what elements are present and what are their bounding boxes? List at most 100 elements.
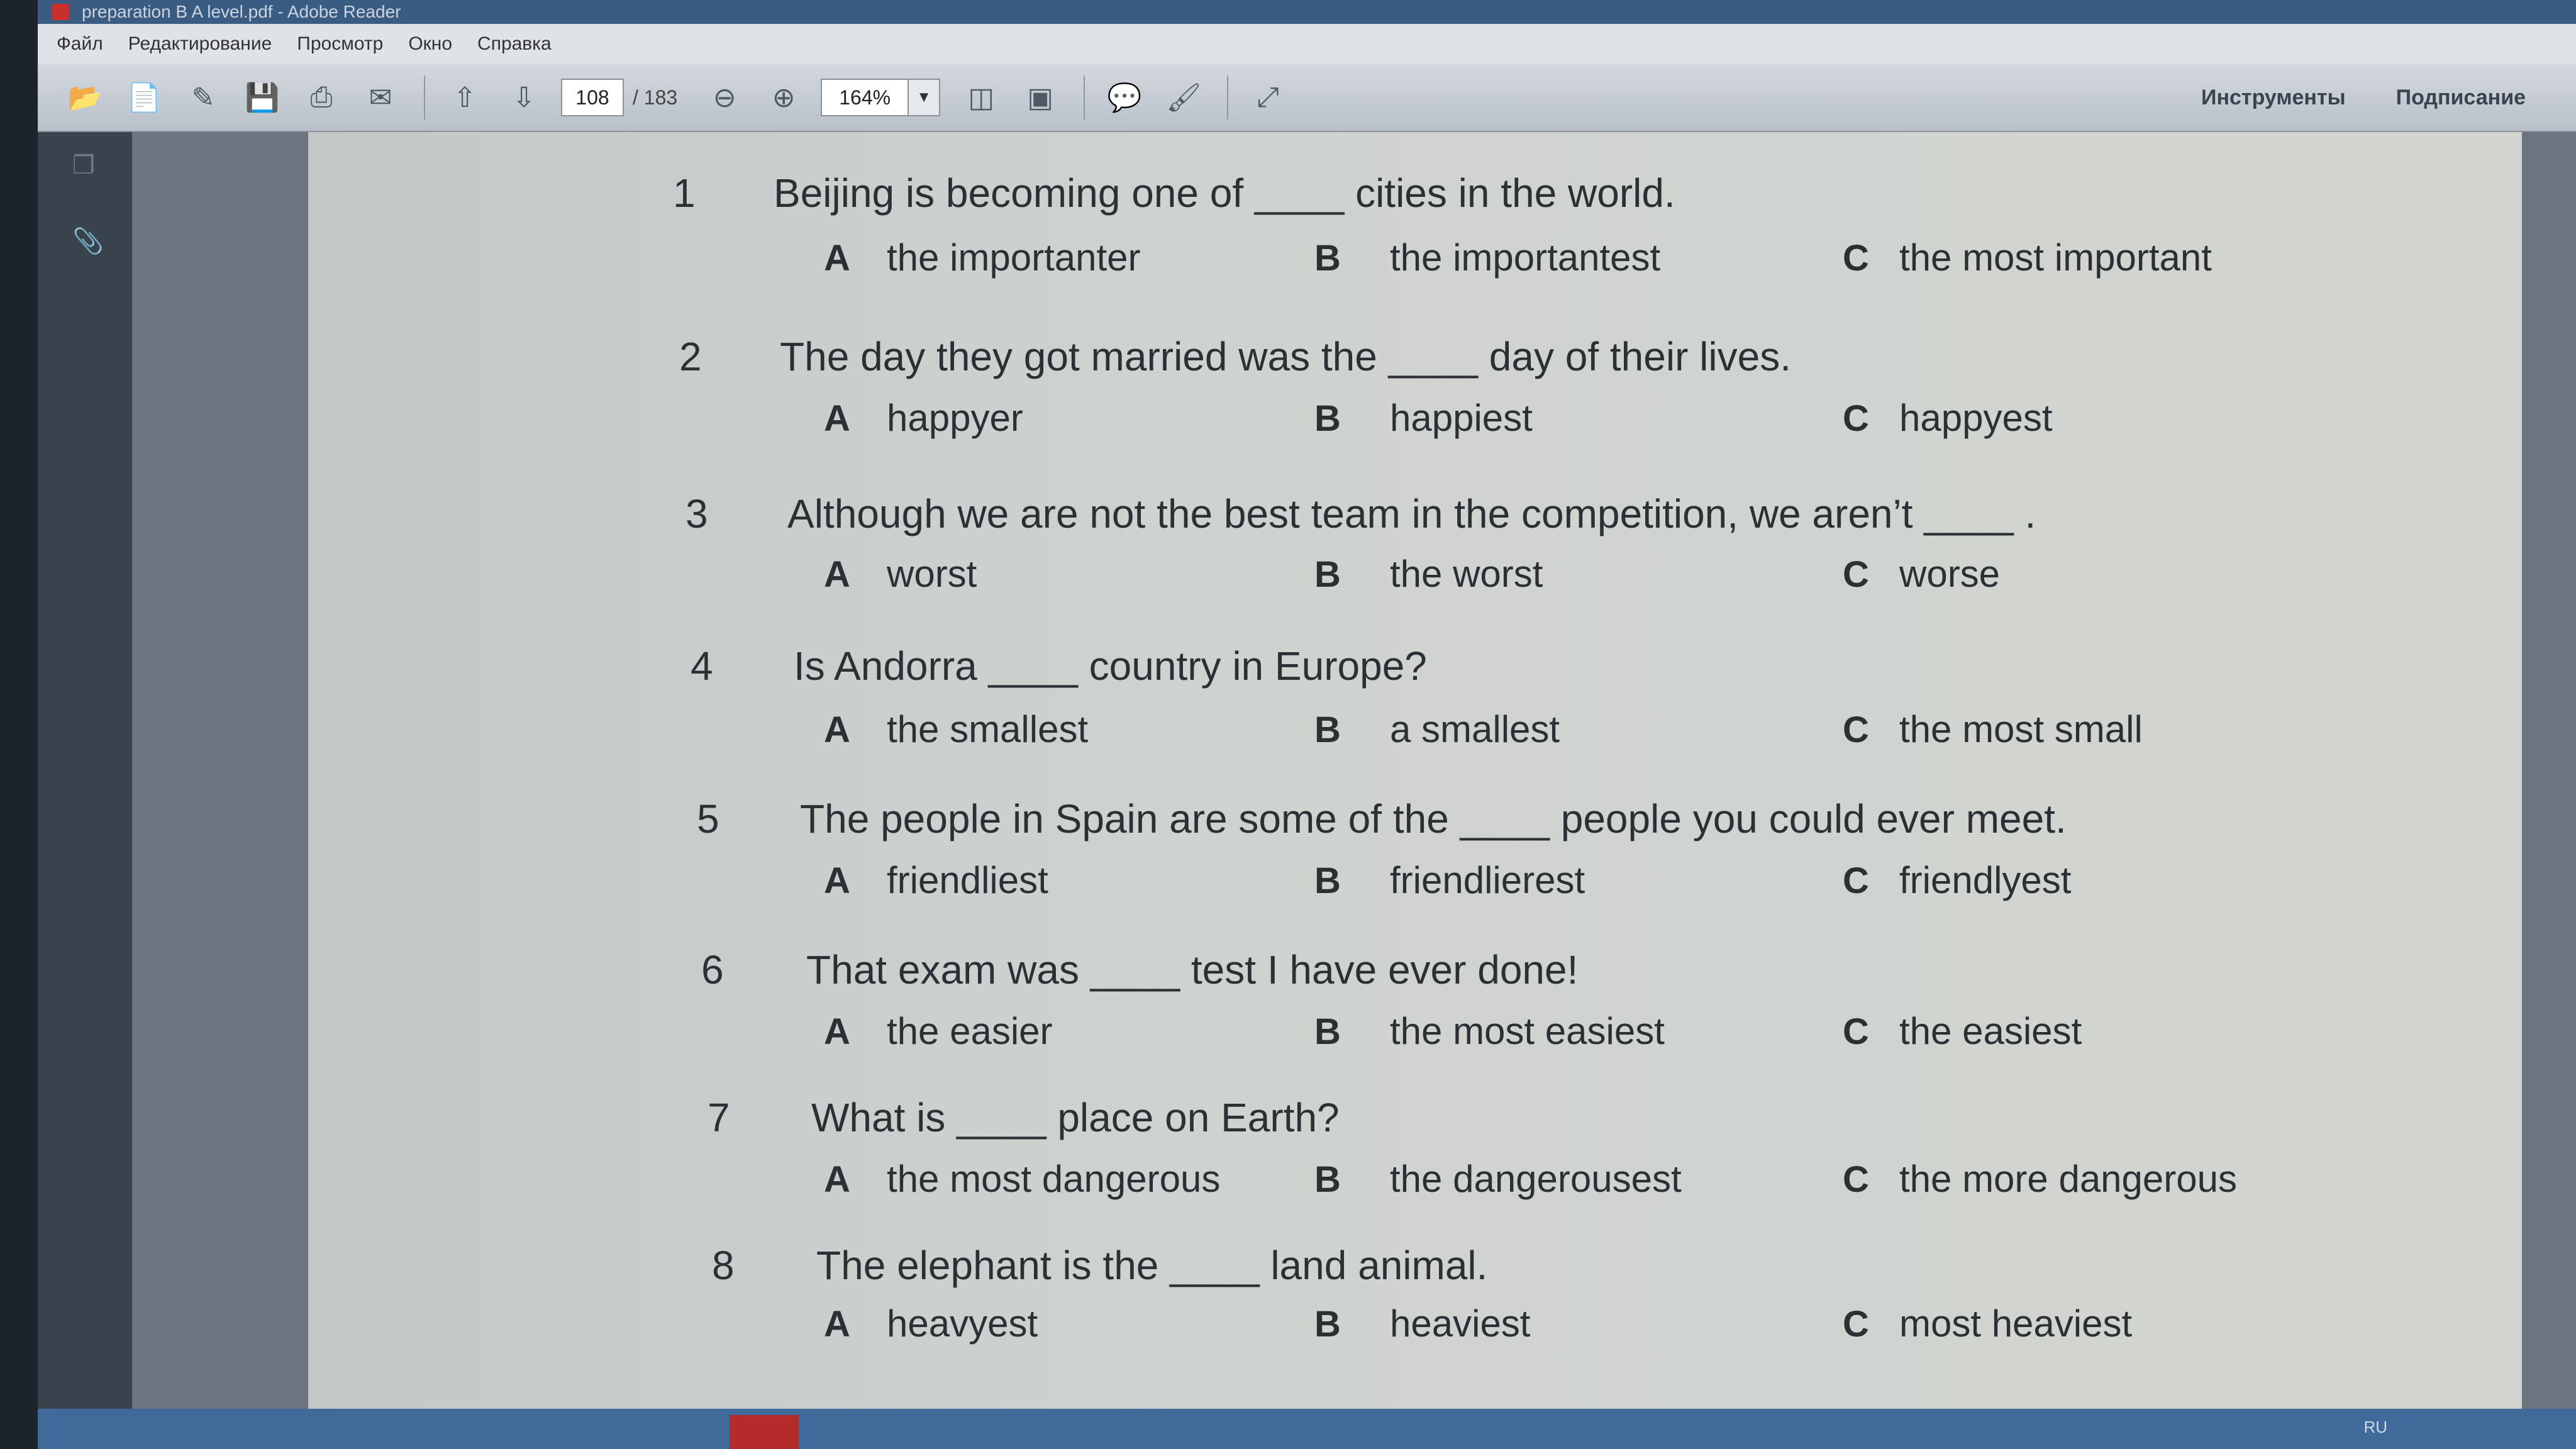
option-text: worse xyxy=(1899,553,2001,595)
option-text: the smallest xyxy=(887,708,1089,750)
sign-button[interactable]: Подписание xyxy=(2396,86,2526,110)
pdf-page: 1 Beijing is becoming one of ____ cities … xyxy=(308,132,2522,1409)
option-letter: A xyxy=(824,1304,850,1345)
zoom-out-icon[interactable]: ⊖ xyxy=(702,75,747,119)
option-letter: C xyxy=(1843,860,1869,901)
option-letter: B xyxy=(1314,398,1341,439)
option-text: most heaviest xyxy=(1899,1302,2133,1345)
option-text: the worst xyxy=(1390,553,1543,595)
question-text: Is Andorra ____ country in Europe? xyxy=(794,643,1427,689)
option-text: the most dangerous xyxy=(887,1158,1221,1200)
question-number: 1 xyxy=(673,170,696,216)
menu-bar: Файл Редактирование Просмотр Окно Справк… xyxy=(38,24,2576,64)
option-text: the more dangerous xyxy=(1899,1158,2238,1200)
option-text: heavyest xyxy=(887,1302,1038,1345)
navigation-pane: ❐ 📎 xyxy=(38,132,132,1449)
tools-button[interactable]: Инструменты xyxy=(2201,86,2346,110)
title-bar: preparation B A level.pdf - Adobe Reader xyxy=(38,0,2576,24)
question-number: 4 xyxy=(691,643,713,689)
menu-edit[interactable]: Редактирование xyxy=(128,33,272,55)
option-letter: C xyxy=(1843,398,1869,439)
option-text: the most easiest xyxy=(1390,1010,1665,1052)
language-indicator[interactable]: RU xyxy=(2363,1418,2387,1437)
option-letter: B xyxy=(1314,1011,1341,1052)
question-text: What is ____ place on Earth? xyxy=(811,1095,1340,1140)
toolbar-divider xyxy=(424,75,425,119)
option-text: the dangerousest xyxy=(1390,1158,1682,1200)
option-text: the easier xyxy=(887,1010,1053,1052)
highlight-icon[interactable]: 🖌 xyxy=(1162,75,1206,119)
option-letter: B xyxy=(1314,554,1341,595)
option-letter: A xyxy=(824,238,850,279)
option-letter: C xyxy=(1843,1159,1869,1200)
question-number: 2 xyxy=(679,334,702,379)
option-letter: B xyxy=(1314,238,1341,279)
option-text: happiest xyxy=(1390,397,1533,439)
option-letter: C xyxy=(1843,1011,1869,1052)
option-letter: A xyxy=(824,709,850,750)
option-letter: A xyxy=(824,1011,850,1052)
question-number: 3 xyxy=(686,491,708,536)
option-letter: B xyxy=(1314,709,1341,750)
option-text: the most small xyxy=(1899,708,2143,750)
question-number: 8 xyxy=(712,1243,735,1288)
option-text: the easiest xyxy=(1899,1010,2082,1052)
question-text: The people in Spain are some of the ____… xyxy=(800,796,2067,841)
option-letter: A xyxy=(824,554,850,595)
fit-width-icon[interactable]: ▣ xyxy=(1018,75,1062,119)
open-icon[interactable]: 📂 xyxy=(63,75,107,119)
option-letter: A xyxy=(824,1159,850,1200)
question-text: Although we are not the best team in the… xyxy=(787,491,2036,536)
question-number: 5 xyxy=(697,796,719,841)
question-number: 6 xyxy=(701,947,724,992)
menu-view[interactable]: Просмотр xyxy=(297,33,383,55)
next-page-icon[interactable]: ⇩ xyxy=(502,75,546,119)
option-letter: A xyxy=(824,860,850,901)
option-text: the importanter xyxy=(887,236,1141,279)
create-pdf-icon[interactable]: 📄 xyxy=(122,75,166,119)
option-text: happyer xyxy=(887,397,1023,439)
previous-page-icon[interactable]: ⇧ xyxy=(443,75,487,119)
question-text: The day they got married was the ____ da… xyxy=(780,334,1791,379)
menu-file[interactable]: Файл xyxy=(57,33,103,55)
menu-window[interactable]: Окно xyxy=(408,33,452,55)
fullscreen-icon[interactable]: ⤢ xyxy=(1246,75,1290,119)
pages-icon[interactable]: ❐ xyxy=(72,151,100,179)
option-text: the importantest xyxy=(1390,236,1661,279)
question-text: Beijing is becoming one of ____ cities i… xyxy=(774,170,1675,216)
option-text: heaviest xyxy=(1390,1302,1531,1345)
total-pages: / 183 xyxy=(633,86,678,109)
print-icon[interactable]: ⎙ xyxy=(299,75,343,119)
taskbar-reader-button[interactable] xyxy=(730,1415,799,1449)
edit-icon[interactable]: ✎ xyxy=(181,75,225,119)
option-letter: C xyxy=(1843,709,1869,750)
zoom-input[interactable]: 164% xyxy=(821,79,909,116)
option-letter: C xyxy=(1843,554,1869,595)
document-area[interactable]: 1 Beijing is becoming one of ____ cities … xyxy=(132,132,2576,1409)
toolbar: 📂 📄 ✎ 💾 ⎙ ✉ ⇧ ⇩ 108 / 183 ⊖ ⊕ 164% ▼ ◫ ▣… xyxy=(38,64,2576,132)
option-text: happyest xyxy=(1899,397,2053,439)
question-number: 7 xyxy=(708,1095,730,1140)
page-number-input[interactable]: 108 xyxy=(561,79,624,116)
option-text: friendlyest xyxy=(1899,859,2072,901)
option-text: friendlierest xyxy=(1390,859,1585,901)
option-letter: C xyxy=(1843,1304,1869,1345)
fit-page-icon[interactable]: ◫ xyxy=(959,75,1003,119)
option-text: worst xyxy=(887,553,977,595)
toolbar-divider xyxy=(1227,75,1229,119)
zoom-in-icon[interactable]: ⊕ xyxy=(762,75,806,119)
option-text: the most important xyxy=(1899,236,2212,279)
option-letter: B xyxy=(1314,1304,1341,1345)
menu-help[interactable]: Справка xyxy=(477,33,552,55)
option-letter: B xyxy=(1314,860,1341,901)
attachments-icon[interactable]: 📎 xyxy=(72,226,104,255)
comment-icon[interactable]: 💬 xyxy=(1102,75,1146,119)
email-icon[interactable]: ✉ xyxy=(358,75,402,119)
question-text: That exam was ____ test I have ever done… xyxy=(806,947,1579,992)
zoom-dropdown-icon[interactable]: ▼ xyxy=(909,79,941,116)
reader-window: preparation B A level.pdf - Adobe Reader… xyxy=(38,0,2576,1449)
option-letter: B xyxy=(1314,1159,1341,1200)
save-icon[interactable]: 💾 xyxy=(240,75,284,119)
toolbar-right: Инструменты Подписание xyxy=(2151,86,2576,110)
adobe-reader-icon xyxy=(52,4,69,20)
